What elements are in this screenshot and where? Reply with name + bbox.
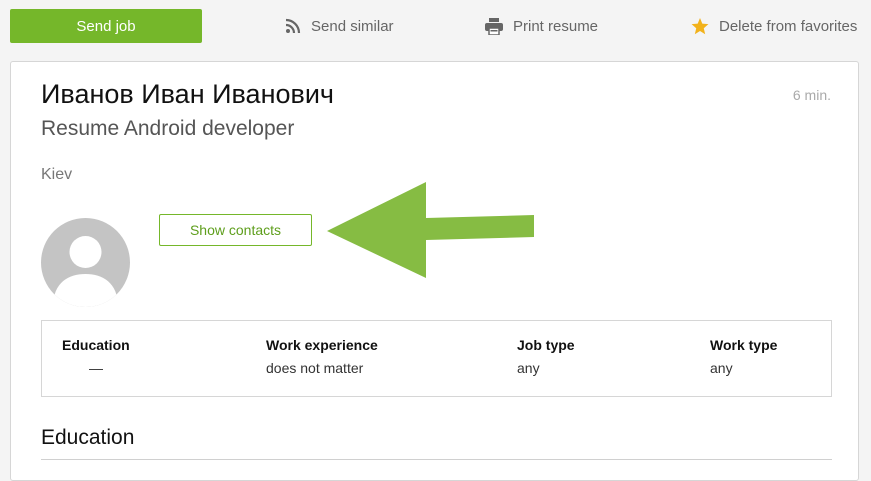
job-type-label: Job type [517, 337, 575, 353]
work-experience-value: does not matter [266, 360, 364, 376]
work-type-value: any [710, 360, 733, 376]
candidate-name: Иванов Иван Иванович [41, 79, 334, 109]
work-type-summary: Work type any [710, 337, 777, 376]
resume-title: Resume Android developer [41, 117, 295, 140]
resume-card: Иванов Иван Иванович Resume Android deve… [10, 61, 859, 481]
job-type-value: any [517, 360, 540, 376]
send-similar-button[interactable]: Send similar [285, 14, 394, 38]
education-summary: Education — [62, 337, 130, 376]
work-experience-label: Work experience [266, 337, 378, 353]
send-job-button[interactable]: Send job [10, 9, 202, 43]
show-contacts-button[interactable]: Show contacts [159, 214, 312, 246]
delete-from-favorites-label: Delete from favorites [719, 17, 858, 35]
print-resume-button[interactable]: Print resume [485, 14, 598, 38]
avatar [41, 218, 130, 307]
pointer-arrow-icon [327, 182, 534, 278]
printer-icon [485, 17, 503, 35]
candidate-city: Kiev [41, 166, 73, 183]
section-divider [41, 459, 832, 460]
education-section-title: Education [41, 426, 135, 449]
work-experience-summary: Work experience does not matter [266, 337, 378, 376]
star-icon [691, 17, 709, 34]
education-summary-value: — [89, 360, 103, 376]
send-similar-label: Send similar [311, 17, 394, 35]
posted-time: 6 min. [792, 87, 831, 103]
work-type-label: Work type [710, 337, 778, 353]
print-resume-label: Print resume [513, 17, 599, 35]
action-toolbar: Send job Send similar Print resume Delet… [0, 0, 871, 52]
delete-from-favorites-button[interactable]: Delete from favorites [691, 14, 857, 38]
education-summary-label: Education [62, 337, 130, 353]
user-placeholder-icon [53, 236, 118, 307]
rss-icon [285, 18, 301, 34]
resume-summary-table: Education — Work experience does not mat… [41, 320, 832, 397]
job-type-summary: Job type any [517, 337, 575, 376]
